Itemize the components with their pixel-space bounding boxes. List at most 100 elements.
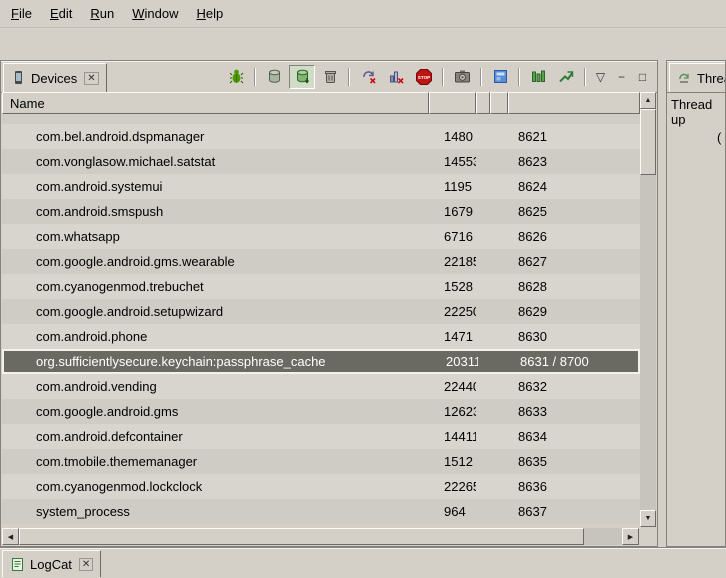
- cause-gc-icon[interactable]: [317, 65, 343, 89]
- view-menu-icon[interactable]: ▽: [590, 67, 611, 87]
- dump-hprof-icon[interactable]: [289, 65, 315, 89]
- table-row[interactable]: com.vonglasow.michael.satstat 14553 8623: [2, 149, 640, 174]
- screen-capture-icon[interactable]: [449, 65, 475, 89]
- process-pid: 1480: [429, 129, 476, 144]
- process-pid: 12623: [429, 404, 476, 419]
- process-pid: 1679: [429, 204, 476, 219]
- column-header-port[interactable]: [508, 92, 640, 114]
- devices-toolbar: STOP: [222, 63, 653, 90]
- toolbar-separator: [480, 68, 482, 86]
- scroll-left-icon[interactable]: ◀: [2, 528, 19, 545]
- process-name: com.google.android.gms.wearable: [2, 254, 429, 269]
- table-row[interactable]: com.cyanogenmod.lockclock 22265 8636: [2, 474, 640, 499]
- tab-devices[interactable]: Devices ✕: [3, 63, 107, 92]
- close-devices-tab-icon[interactable]: ✕: [84, 72, 98, 85]
- toolbar-separator: [584, 68, 586, 86]
- process-port: 8621: [508, 129, 640, 144]
- column-header-blank-1[interactable]: [476, 92, 490, 114]
- process-port: 8637: [508, 504, 640, 519]
- scroll-up-icon[interactable]: ▲: [640, 92, 656, 109]
- horizontal-scrollbar-thumb[interactable]: [19, 528, 584, 545]
- toolbar-separator: [348, 68, 350, 86]
- process-port: 8625: [508, 204, 640, 219]
- debug-process-icon[interactable]: [223, 65, 249, 89]
- logcat-icon: [10, 557, 25, 572]
- menu-edit[interactable]: Edit: [41, 3, 81, 24]
- table-row[interactable]: com.google.android.setupwizard 22250 862…: [2, 299, 640, 324]
- process-port: 8628: [508, 279, 640, 294]
- scroll-down-icon[interactable]: ▼: [640, 510, 656, 527]
- horizontal-scrollbar: ◀ ▶: [2, 528, 639, 545]
- column-header-pid[interactable]: [429, 92, 476, 114]
- opengl-trace-icon[interactable]: [553, 65, 579, 89]
- menu-file[interactable]: File: [2, 3, 41, 24]
- process-port: 8629: [508, 304, 640, 319]
- table-row[interactable]: org.sufficientlysecure.keychain:passphra…: [2, 349, 640, 374]
- process-name: com.cyanogenmod.trebuchet: [2, 279, 429, 294]
- process-name: com.google.android.setupwizard: [2, 304, 429, 319]
- panel-splitter[interactable]: [658, 60, 666, 547]
- method-profiling-icon[interactable]: [383, 65, 409, 89]
- process-pid: 1528: [429, 279, 476, 294]
- process-pid: 6716: [429, 229, 476, 244]
- threads-icon: [677, 71, 692, 86]
- process-pid: 14411: [429, 429, 476, 444]
- close-logcat-tab-icon[interactable]: ✕: [79, 558, 93, 571]
- vertical-scrollbar: ▲ ▼: [640, 92, 656, 527]
- systrace-icon[interactable]: [525, 65, 551, 89]
- scroll-right-icon[interactable]: ▶: [622, 528, 639, 545]
- svg-text:STOP: STOP: [418, 74, 430, 79]
- process-port: 8633: [508, 404, 640, 419]
- process-pid: 1195: [429, 179, 476, 194]
- table-row[interactable]: com.android.smspush 1679 8625: [2, 199, 640, 224]
- process-pid: 22250: [429, 304, 476, 319]
- table-row[interactable]: com.android.vending 22440 8632: [2, 374, 640, 399]
- scrollbar-corner: [640, 528, 656, 545]
- table-row[interactable]: com.whatsapp 6716 8626: [2, 224, 640, 249]
- process-port: 8634: [508, 429, 640, 444]
- toolbar-separator: [518, 68, 520, 86]
- menu-window[interactable]: Window: [123, 3, 187, 24]
- tab-threads[interactable]: Threa: [669, 63, 726, 92]
- process-port: 8627: [508, 254, 640, 269]
- process-port: 8623: [508, 154, 640, 169]
- bottom-panel: LogCat ✕: [0, 547, 726, 578]
- tab-devices-label: Devices: [31, 71, 77, 86]
- process-name: com.cyanogenmod.lockclock: [2, 479, 429, 494]
- table-row[interactable]: com.google.android.gms.wearable 22185 86…: [2, 249, 640, 274]
- toolbar-separator: [442, 68, 444, 86]
- tab-logcat[interactable]: LogCat ✕: [2, 550, 101, 577]
- device-icon: [11, 70, 26, 86]
- minimize-icon[interactable]: −: [611, 67, 632, 87]
- table-row[interactable]: com.android.systemui 1195 8624: [2, 174, 640, 199]
- table-row[interactable]: com.cyanogenmod.trebuchet 1528 8628: [2, 274, 640, 299]
- app-toolbar-empty: [0, 28, 726, 60]
- threads-panel: Threa Thread up (: [666, 60, 726, 547]
- column-header-blank-2[interactable]: [490, 92, 508, 114]
- process-pid: 22265: [429, 479, 476, 494]
- table-row[interactable]: com.android.phone 1471 8630: [2, 324, 640, 349]
- maximize-icon[interactable]: □: [632, 67, 653, 87]
- process-name: com.android.systemui: [2, 179, 429, 194]
- menu-help[interactable]: Help: [187, 3, 232, 24]
- process-port: 8631 / 8700: [510, 354, 638, 369]
- devices-panel: Devices ✕: [0, 60, 658, 547]
- vertical-scrollbar-thumb[interactable]: [640, 109, 656, 175]
- threads-message-line1: Thread up: [671, 97, 725, 127]
- table-row[interactable]: com.android.defcontainer 14411 8634: [2, 424, 640, 449]
- toolbar-separator: [254, 68, 256, 86]
- menu-bar: FileEditRunWindowHelp: [0, 0, 726, 28]
- ui-automator-icon[interactable]: [487, 65, 513, 89]
- table-row[interactable]: system_process 964 8637: [2, 499, 640, 524]
- update-heap-icon[interactable]: [261, 65, 287, 89]
- menu-run[interactable]: Run: [81, 3, 123, 24]
- table-row[interactable]: com.bel.android.dspmanager 1480 8621: [2, 124, 640, 149]
- process-port: 8624: [508, 179, 640, 194]
- table-row[interactable]: com.google.android.gms 12623 8633: [2, 399, 640, 424]
- column-header-name[interactable]: Name: [2, 92, 429, 114]
- threads-panel-header: Threa: [667, 61, 725, 93]
- process-port: 8636: [508, 479, 640, 494]
- update-threads-icon[interactable]: [355, 65, 381, 89]
- table-row[interactable]: com.tmobile.thememanager 1512 8635: [2, 449, 640, 474]
- stop-process-icon[interactable]: STOP: [411, 65, 437, 89]
